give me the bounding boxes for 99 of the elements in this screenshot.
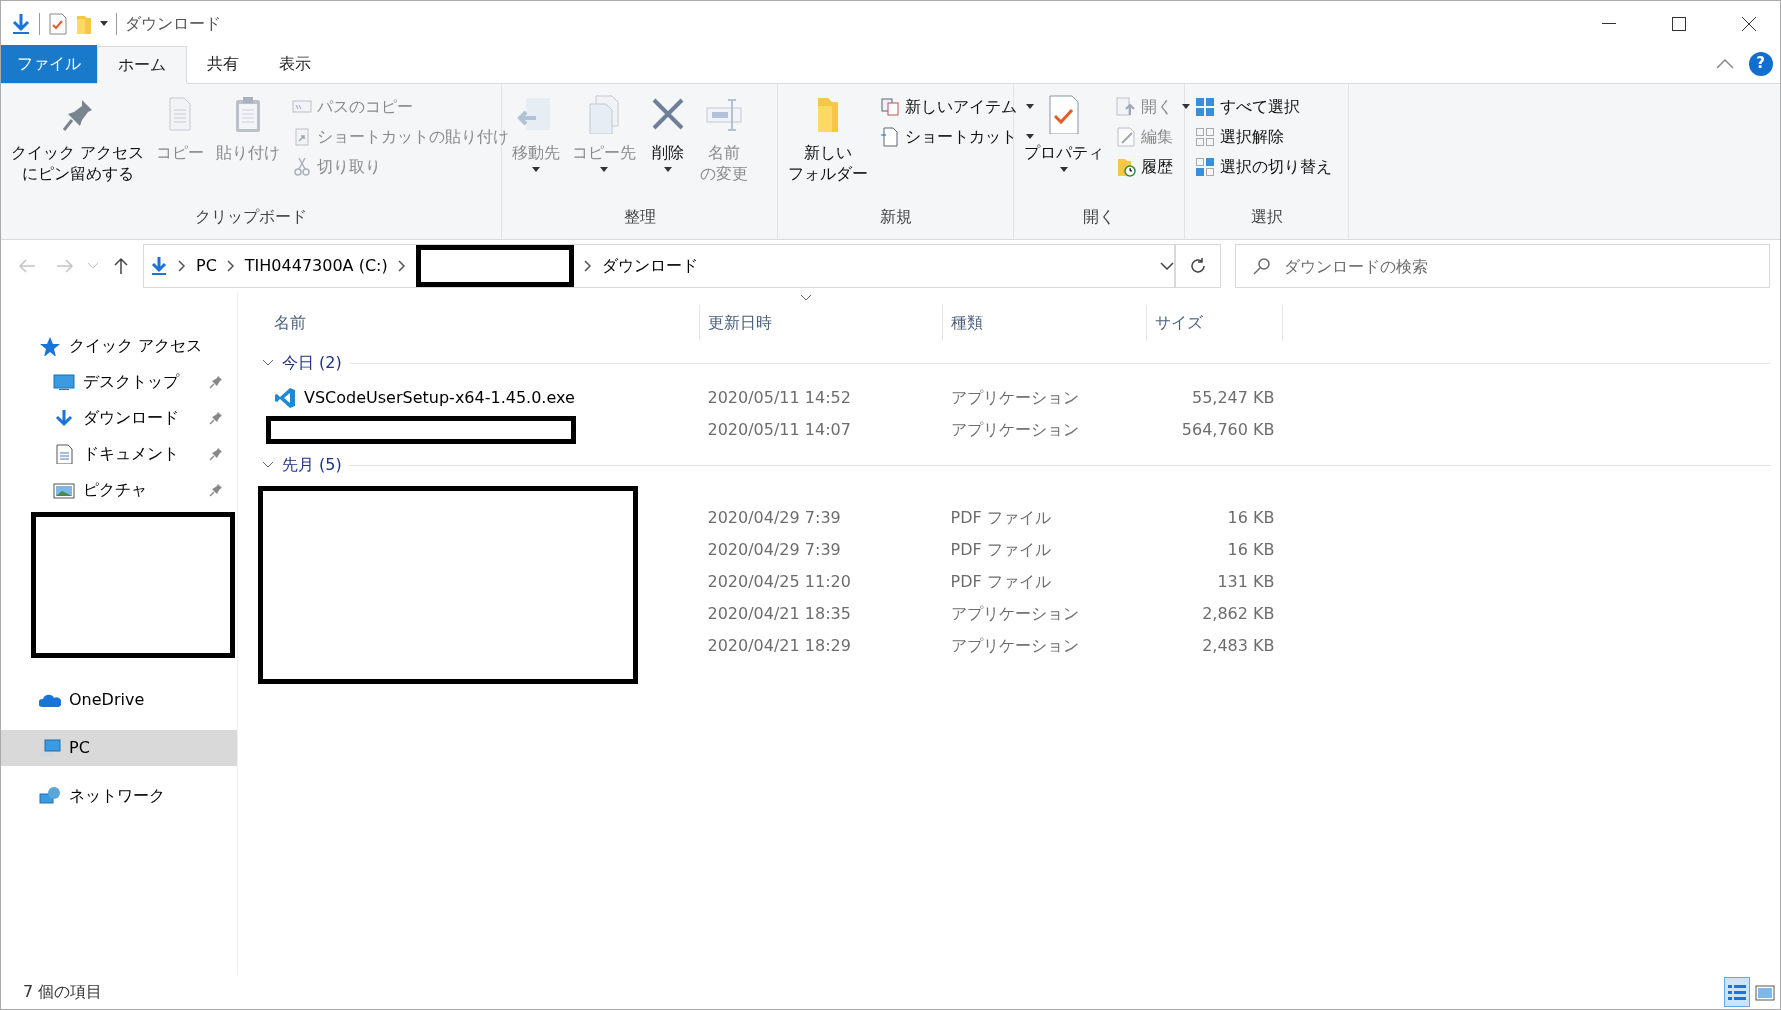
nav-item[interactable]: ピクチャ — [1, 472, 237, 508]
chevron-icon — [583, 260, 592, 272]
view-button[interactable] — [1724, 977, 1750, 1007]
folder-clock-icon — [1116, 156, 1136, 177]
date-cell-text: 2020/04/29 7:39 — [706, 507, 842, 529]
type-cell-text: PDF ファイル — [949, 507, 1052, 529]
network-icon — [39, 786, 61, 806]
caret-icon[interactable] — [100, 21, 108, 26]
scissors-icon — [292, 156, 313, 177]
details-view-icon — [1727, 983, 1747, 1002]
code-editor-icon — [274, 387, 296, 409]
ribbon-button[interactable]: 新しい フォルダー — [784, 88, 872, 191]
size-cell-text: 564,760 KB — [1180, 419, 1276, 441]
date-cell-text: 2020/05/11 14:52 — [706, 387, 852, 409]
maximize-icon — [1672, 16, 1686, 31]
star-icon — [39, 336, 61, 356]
nav-item[interactable]: PC — [1, 730, 237, 766]
column-header[interactable]: 更新日時 — [700, 302, 942, 344]
nav-item[interactable]: OneDrive — [1, 682, 237, 718]
item-count: 7 個の項目 — [23, 981, 103, 1003]
breadcrumb[interactable]: ダウンロード — [601, 254, 698, 278]
column-header[interactable]: 名前 — [258, 302, 699, 344]
group-label: 開く — [1082, 206, 1116, 228]
refresh-button[interactable] — [1175, 244, 1221, 288]
download-icon — [150, 256, 168, 276]
document-icon — [53, 444, 75, 464]
chevron-icon — [178, 260, 186, 272]
group-header[interactable]: 先月 (5) — [282, 453, 342, 477]
picture-icon — [53, 480, 75, 500]
checklist-icon[interactable] — [48, 12, 68, 35]
column-header[interactable]: サイズ — [1147, 302, 1282, 344]
size-cell-text: 16 KB — [1226, 507, 1276, 529]
new-item-icon — [880, 96, 900, 117]
help-button[interactable]: ? — [1748, 51, 1773, 76]
address-field[interactable]: PC TIH0447300A (C:) ダウンロード — [143, 244, 1175, 288]
download-icon[interactable] — [11, 12, 31, 35]
ribbon-button[interactable]: 選択解除 — [1191, 121, 1336, 152]
date-cell-text: 2020/04/21 18:35 — [706, 603, 852, 625]
close-icon — [1742, 16, 1756, 31]
monitor-icon — [53, 372, 75, 392]
nav-item[interactable]: ネットワーク — [1, 778, 237, 814]
ribbon-button[interactable]: 削除 — [644, 88, 692, 178]
ribbon-button[interactable]: 選択の切り替え — [1191, 151, 1336, 182]
group-label: 整理 — [622, 206, 657, 228]
chevron-down-icon[interactable] — [262, 461, 274, 469]
ribbon-tab[interactable]: 共有 — [187, 45, 259, 83]
type-cell-text: PDF ファイル — [949, 571, 1052, 593]
nav-item[interactable]: ドキュメント — [1, 436, 237, 472]
nav-item[interactable]: デスクトップ — [1, 364, 237, 400]
name-cell[interactable]: VSCodeUserSetup-x64-1.45.0.exe — [258, 386, 700, 410]
group-header[interactable]: 今日 (2) — [282, 351, 342, 375]
pencil-page-icon — [1116, 126, 1136, 147]
open-icon — [1116, 96, 1136, 117]
nav-item[interactable]: クイック アクセス — [1, 328, 237, 364]
breadcrumb[interactable]: PC — [196, 254, 217, 278]
download-icon — [53, 408, 75, 428]
dropdown-icon[interactable] — [1160, 262, 1174, 270]
type-cell-text: アプリケーション — [949, 635, 1080, 657]
file-tab[interactable]: ファイル — [1, 45, 97, 83]
size-cell-text: 2,483 KB — [1201, 635, 1276, 657]
breadcrumb[interactable]: TIH0447300A (C:) — [244, 254, 388, 278]
type-cell-text: アプリケーション — [949, 419, 1080, 441]
grid-icon — [1195, 126, 1215, 147]
size-cell-text: 16 KB — [1226, 539, 1276, 561]
size-cell-text: 131 KB — [1216, 571, 1276, 593]
ribbon-button[interactable]: 履歴 — [1112, 151, 1194, 182]
group-label: 新規 — [878, 206, 913, 228]
date-cell-text: 2020/05/11 14:07 — [706, 419, 852, 441]
date-cell-text: 2020/04/25 11:20 — [706, 571, 852, 593]
type-cell-text: PDF ファイル — [949, 539, 1052, 561]
computer-icon — [39, 738, 61, 758]
grid-icon — [1195, 156, 1215, 177]
collapse-icon[interactable] — [1715, 58, 1734, 69]
ribbon-button[interactable]: クイック アクセス にピン留めする — [7, 88, 149, 191]
group-label: クリップボード — [194, 206, 308, 228]
chevron-down-icon[interactable] — [262, 359, 274, 367]
size-cell-text: 55,247 KB — [1190, 387, 1276, 409]
ribbon-tab[interactable]: ホーム — [97, 46, 187, 84]
refresh-icon — [1189, 257, 1207, 276]
type-cell-text: アプリケーション — [949, 603, 1080, 625]
search-icon — [1252, 257, 1271, 275]
chevron-icon — [226, 260, 235, 272]
ribbon-button[interactable]: すべて選択 — [1191, 91, 1336, 122]
type-cell-text: アプリケーション — [949, 387, 1080, 409]
minimize-icon — [1602, 22, 1616, 25]
search-field[interactable]: ダウンロードの検索 — [1234, 244, 1770, 288]
date-cell-text: 2020/04/29 7:39 — [706, 539, 842, 561]
ribbon-tab[interactable]: 表示 — [259, 45, 331, 83]
date-cell-text: 2020/04/21 18:29 — [706, 635, 852, 657]
size-cell-text: 2,862 KB — [1201, 603, 1276, 625]
window-title: ダウンロード — [125, 12, 221, 35]
grid-icon — [1195, 96, 1215, 117]
chevron-icon — [397, 260, 406, 272]
page-icon — [880, 126, 900, 147]
column-header[interactable]: 種類 — [943, 302, 1146, 344]
group-label: 選択 — [1249, 206, 1284, 228]
nav-item[interactable]: ダウンロード — [1, 400, 237, 436]
file-name[interactable]: VSCodeUserSetup-x64-1.45.0.exe — [304, 386, 575, 410]
large-icons-view-icon — [1755, 983, 1775, 1002]
